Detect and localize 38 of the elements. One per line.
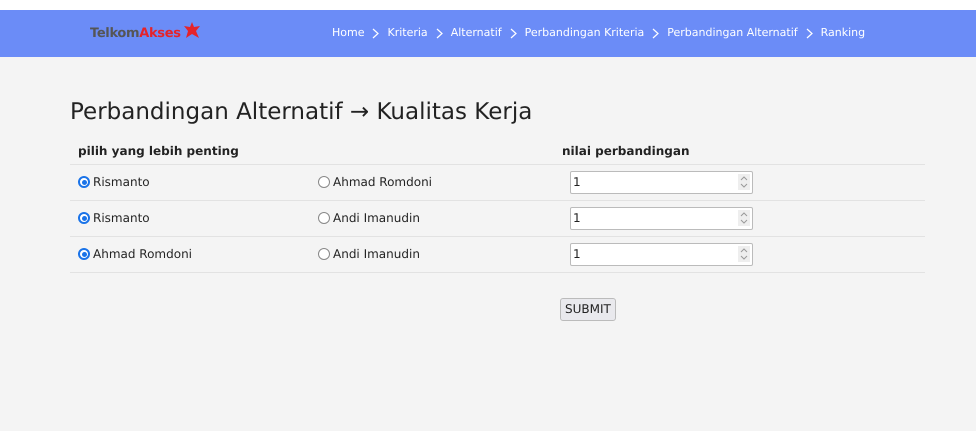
- spinner-icon[interactable]: [738, 174, 750, 190]
- chevron-icon: [372, 28, 380, 39]
- radio-button[interactable]: [318, 248, 330, 260]
- page-title: Perbandingan Alternatif → Kualitas Kerja: [70, 98, 534, 127]
- nav-link[interactable]: Alternatif: [450, 25, 502, 42]
- spinner-icon[interactable]: [738, 246, 750, 262]
- nav-link[interactable]: Perbandingan Alternatif: [667, 25, 798, 42]
- option-label: Andi Imanudin: [333, 210, 420, 227]
- logo-icon: [182, 20, 202, 40]
- option-label: Ahmad Romdoni: [333, 174, 432, 191]
- nav-link[interactable]: Ranking: [820, 25, 866, 42]
- chevron-icon: [510, 28, 517, 39]
- chevron-icon: [806, 28, 813, 39]
- option-label: Rismanto: [93, 210, 150, 227]
- logo-text: TelkomAkses: [90, 24, 181, 43]
- field-value: 1: [573, 246, 581, 263]
- number-field[interactable]: 1: [570, 170, 753, 194]
- radio-button[interactable]: [78, 248, 90, 260]
- column-header: pilih yang lebih penting: [78, 142, 240, 160]
- radio-button[interactable]: [78, 176, 90, 188]
- nav-link[interactable]: Kriteria: [387, 25, 428, 42]
- option-label: Andi Imanudin: [333, 246, 420, 263]
- chevron-icon: [436, 28, 443, 39]
- option-label: Ahmad Romdoni: [93, 246, 192, 263]
- submit-button[interactable]: SUBMIT: [560, 298, 616, 320]
- number-field[interactable]: 1: [570, 242, 753, 266]
- radio-button[interactable]: [318, 212, 330, 224]
- field-value: 1: [573, 174, 581, 191]
- field-value: 1: [573, 210, 581, 227]
- spinner-icon[interactable]: [738, 210, 750, 226]
- column-header: nilai perbandingan: [562, 142, 690, 160]
- radio-button[interactable]: [318, 176, 330, 188]
- nav-link[interactable]: Perbandingan Kriteria: [524, 25, 644, 42]
- chevron-icon: [652, 28, 660, 39]
- radio-button[interactable]: [78, 212, 90, 224]
- nav-link[interactable]: Home: [332, 25, 364, 42]
- option-label: Rismanto: [93, 174, 150, 191]
- number-field[interactable]: 1: [570, 206, 753, 230]
